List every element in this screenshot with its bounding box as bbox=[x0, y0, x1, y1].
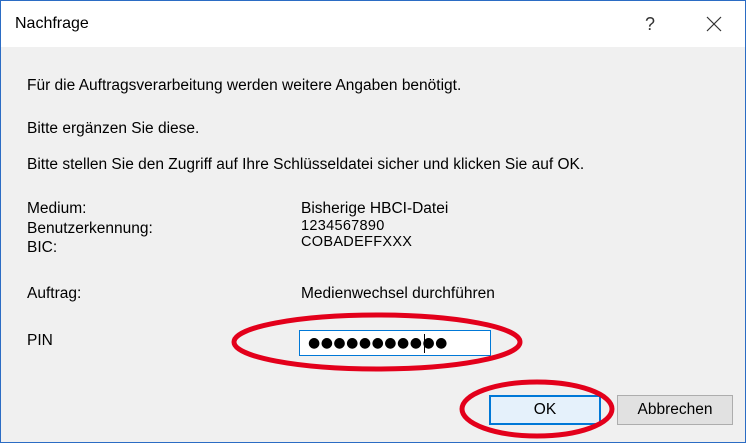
cancel-button[interactable]: Abbrechen bbox=[617, 395, 733, 425]
dialog-title: Nachfrage bbox=[15, 15, 89, 32]
user-id-label: Benutzerkennung: bbox=[27, 220, 153, 237]
title-bar: Nachfrage ? bbox=[1, 1, 745, 47]
close-button[interactable] bbox=[691, 1, 737, 47]
close-icon bbox=[706, 16, 722, 32]
medium-value: Bisherige HBCI-Datei bbox=[301, 200, 449, 217]
instruction-message: Bitte ergänzen Sie diese. bbox=[27, 120, 200, 137]
help-button[interactable]: ? bbox=[627, 1, 673, 47]
pin-input[interactable]: ●●●●●●●●●●● bbox=[299, 330, 491, 356]
pin-label: PIN bbox=[27, 332, 53, 349]
bic-value: COBADEFFXXX bbox=[301, 234, 413, 250]
info-message: Für die Auftragsverarbeitung werden weit… bbox=[27, 77, 462, 94]
text-caret bbox=[424, 334, 425, 353]
help-icon: ? bbox=[644, 13, 655, 34]
dialog-window: Nachfrage ? Für die Auftragsverarbeitung… bbox=[0, 0, 746, 443]
pin-masked-value: ●●●●●●●●●●● bbox=[308, 335, 448, 351]
order-label: Auftrag: bbox=[27, 285, 82, 302]
order-value: Medienwechsel durchführen bbox=[301, 285, 495, 302]
ok-button[interactable]: OK bbox=[489, 395, 601, 425]
bic-label: BIC: bbox=[27, 239, 58, 256]
keyfile-message: Bitte stellen Sie den Zugriff auf Ihre S… bbox=[27, 156, 585, 173]
user-id-value: 1234567890 bbox=[301, 218, 385, 234]
medium-label: Medium: bbox=[27, 200, 87, 217]
dialog-content: Für die Auftragsverarbeitung werden weit… bbox=[1, 47, 745, 442]
